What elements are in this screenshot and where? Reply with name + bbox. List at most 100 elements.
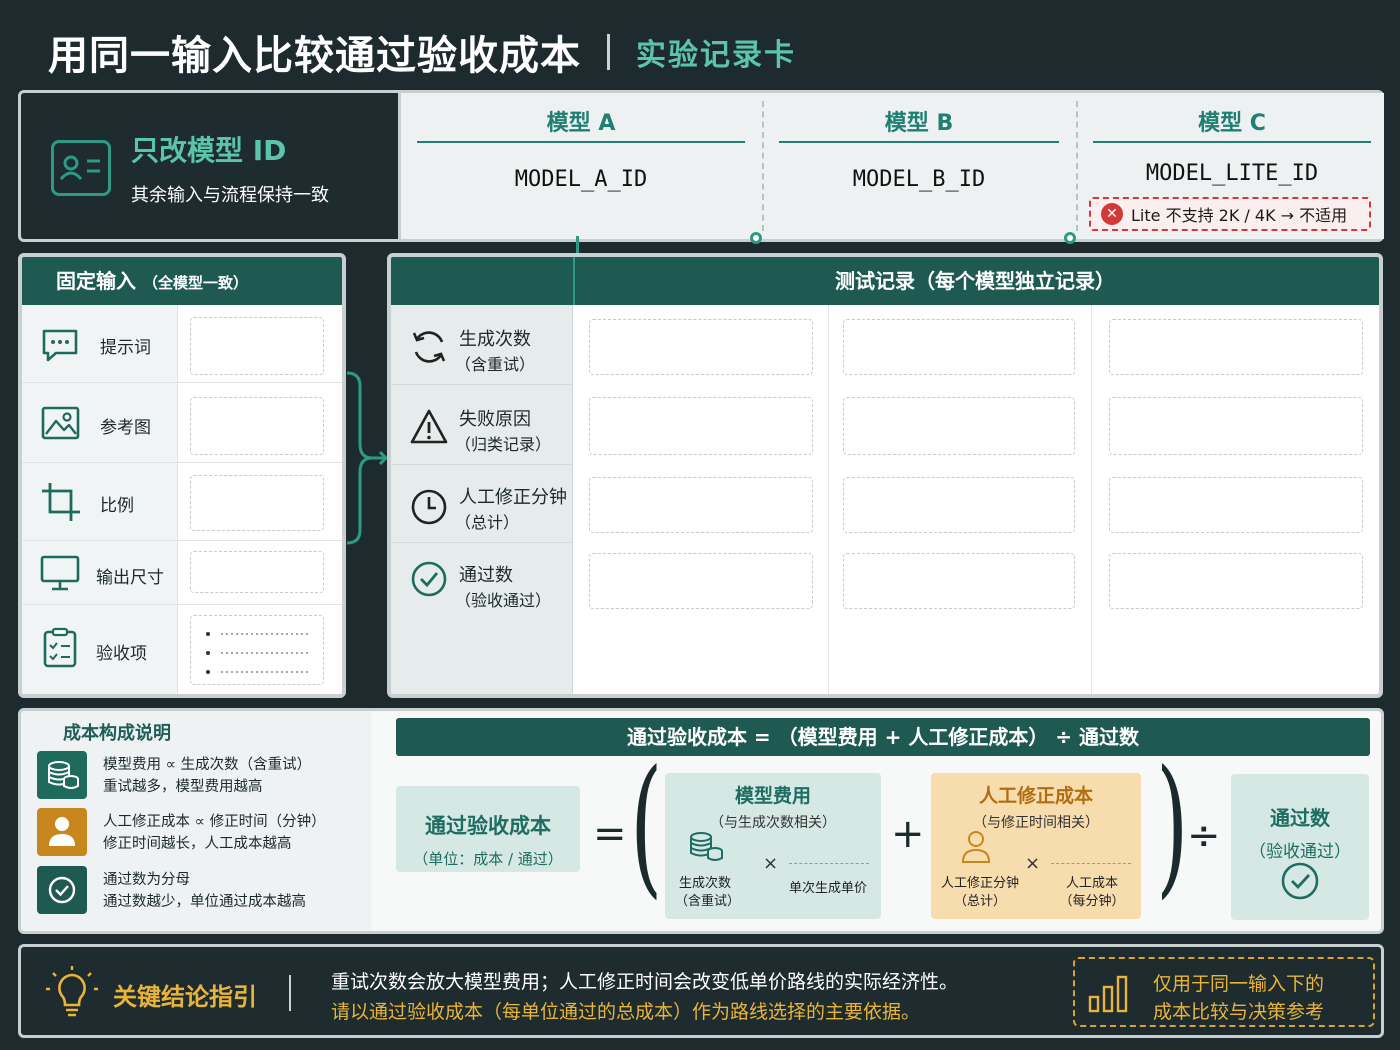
record-row-generations: 生成次数 （含重试）	[391, 305, 572, 385]
ratio-entry-box[interactable]	[190, 475, 324, 531]
passes-note: （验收通过）	[1249, 842, 1351, 862]
record-cell-a-passes[interactable]	[589, 553, 813, 609]
person-icon	[961, 831, 991, 863]
record-label: 通过数	[459, 565, 513, 586]
formula-bar: 通过验收成本 = （模型费用 + 人工修正成本） ÷ 通过数	[396, 718, 1370, 756]
cost-item-line: 通过数越少，单位通过成本越高	[103, 894, 306, 910]
factor-sublabel: （每分钟）	[1059, 894, 1125, 909]
factor-label: 生成次数	[678, 876, 731, 891]
blank-line	[789, 863, 869, 864]
bracket-arrow-icon	[346, 371, 389, 545]
check-circle-icon	[1281, 862, 1319, 900]
result-unit: （单位：成本 / 通过）	[413, 850, 563, 868]
coins-icon	[690, 832, 723, 861]
check-circle-icon	[411, 561, 447, 597]
cost-item-line: 重试越多，模型费用越高	[103, 779, 263, 795]
fixed-input-label: 验收项	[96, 644, 147, 664]
reference-entry-box[interactable]	[190, 397, 324, 455]
cost-item-line: 通过数为分母	[103, 872, 190, 888]
conclusion-line-2: 请以通过验收成本（每单位通过的总成本）作为路线选择的主要依据。	[331, 1001, 921, 1023]
fixed-input-label: 输出尺寸	[96, 568, 164, 588]
record-cell-c-fix-minutes[interactable]	[1109, 477, 1363, 533]
equals-sign: =	[593, 811, 627, 857]
conclusion-panel: 关键结论指引 重试次数会放大模型费用；人工修正时间会改变低单价路线的实际经济性。…	[18, 944, 1384, 1038]
record-label: 人工修正分钟	[459, 487, 567, 508]
model-panel: 只改模型 ID 其余输入与流程保持一致 模型 A MODEL_A_ID 模型 B…	[18, 90, 1384, 242]
bullet-lines-graphic	[206, 632, 311, 674]
model-fee-title: 模型费用	[734, 785, 811, 807]
person-icon	[37, 808, 87, 856]
scope-line-2: 成本比较与决策参考	[1153, 1001, 1325, 1023]
record-cell-a-generations[interactable]	[589, 319, 813, 375]
fixed-input-row-acceptance: 验收项	[22, 605, 342, 694]
cost-item-passes: 通过数为分母 通过数越少，单位通过成本越高	[37, 866, 367, 916]
cost-explanation: 成本构成说明 模型费用 ∝ 生成次数（含重试） 重试越多，模型费用越高 人工修正…	[21, 711, 371, 931]
record-cell-c-passes[interactable]	[1109, 553, 1363, 609]
record-sublabel: （总计）	[455, 513, 520, 532]
fixed-input-label: 参考图	[100, 418, 151, 438]
right-paren: )	[1156, 739, 1189, 913]
model-fee-factor-a: 生成次数 （含重试）	[675, 875, 741, 911]
lite-warning-text: Lite 不支持 2K / 4K → 不适用	[1131, 206, 1348, 225]
record-cell-b-failures[interactable]	[843, 397, 1075, 455]
record-sublabel: （验收通过）	[455, 591, 552, 610]
fixed-input-row-size: 输出尺寸	[22, 541, 342, 605]
model-fee-box: 模型费用 （与生成次数相关） × 生成次数 （含重试） 单次生成单价	[665, 773, 881, 919]
chat-bubble-icon	[42, 329, 78, 362]
page-header: 用同一输入比较通过验收成本 实验记录卡	[48, 22, 796, 82]
prompt-entry-box[interactable]	[190, 317, 324, 375]
column-divider	[828, 305, 829, 694]
record-cell-c-generations[interactable]	[1109, 319, 1363, 375]
record-label-column: 生成次数 （含重试） 失败原因 （归类记录） 人工修正分钟 （总计） 通过数 （…	[391, 305, 573, 694]
crop-icon	[42, 483, 80, 521]
fixed-input-row-ratio: 比例	[22, 463, 342, 541]
record-label: 失败原因	[459, 409, 531, 430]
monitor-icon	[40, 555, 80, 591]
record-label: 生成次数	[459, 329, 531, 350]
record-sublabel: （含重试）	[455, 355, 536, 374]
cost-item-model-fee: 模型费用 ∝ 生成次数（含重试） 重试越多，模型费用越高	[37, 751, 367, 801]
scope-note: 仅用于同一输入下的 成本比较与决策参考	[1073, 957, 1375, 1027]
model-a-column: 模型 A MODEL_A_ID	[401, 93, 761, 239]
test-record-panel: 测试记录（每个模型独立记录） 生成次数 （含重试） 失败原因 （归类记录） 人工…	[387, 253, 1383, 698]
plus-sign: +	[891, 811, 925, 857]
result-title: 通过验收成本	[425, 814, 551, 838]
record-cell-b-fix-minutes[interactable]	[843, 477, 1075, 533]
fixed-input-panel: 固定输入 （全模型一致） 提示词 参考图 比例 输出尺寸 验收项	[18, 253, 346, 698]
lite-warning-badge: ✕ Lite 不支持 2K / 4K → 不适用	[1089, 197, 1371, 231]
header-divider	[573, 257, 575, 305]
model-fee-factor-b: 单次生成单价	[789, 881, 868, 896]
record-cell-b-generations[interactable]	[843, 319, 1075, 375]
only-change-title: 只改模型 ID	[131, 134, 287, 167]
column-divider	[1091, 305, 1092, 694]
model-a-id: MODEL_A_ID	[514, 167, 648, 192]
record-sublabel: （归类记录）	[455, 435, 552, 454]
only-change-subtitle: 其余输入与流程保持一致	[131, 185, 329, 206]
labor-cost-title: 人工修正成本	[978, 785, 1093, 807]
record-cell-a-fix-minutes[interactable]	[589, 477, 813, 533]
coins-icon	[37, 751, 87, 799]
record-row-passes: 通过数 （验收通过）	[391, 543, 572, 694]
divide-sign: ÷	[1187, 813, 1221, 859]
acceptance-entry-box[interactable]	[190, 615, 324, 685]
record-cell-b-passes[interactable]	[843, 553, 1075, 609]
record-cell-c-failures[interactable]	[1109, 397, 1363, 455]
bar-chart-icon	[1088, 975, 1128, 1013]
cost-item-line: 修正时间越长，人工成本越高	[103, 836, 292, 852]
passes-title: 通过数	[1270, 806, 1330, 830]
fixed-input-label: 比例	[100, 496, 134, 516]
model-b-label: 模型 B	[779, 93, 1059, 143]
checklist-icon	[43, 627, 77, 668]
fixed-input-row-prompt: 提示词	[22, 305, 342, 383]
fixed-input-title: 固定输入	[56, 269, 136, 293]
scope-line-1: 仅用于同一输入下的	[1153, 973, 1325, 995]
factor-sublabel: （含重试）	[675, 894, 741, 909]
record-cell-a-failures[interactable]	[589, 397, 813, 455]
model-a-label: 模型 A	[417, 93, 745, 143]
cost-item-labor: 人工修正成本 ∝ 修正时间（分钟） 修正时间越长，人工成本越高	[37, 808, 367, 858]
record-row-fix-minutes: 人工修正分钟 （总计）	[391, 465, 572, 543]
size-entry-box[interactable]	[190, 551, 324, 593]
labor-factor-b: 人工成本 （每分钟）	[1057, 875, 1127, 911]
cost-panel: 成本构成说明 模型费用 ∝ 生成次数（含重试） 重试越多，模型费用越高 人工修正…	[18, 708, 1384, 934]
model-c-id: MODEL_LITE_ID	[1145, 161, 1319, 186]
